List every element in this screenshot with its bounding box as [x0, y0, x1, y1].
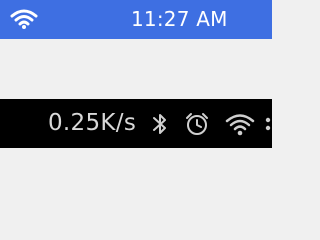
status-bar-top: 11:27 AM	[0, 0, 272, 39]
wifi-icon	[225, 114, 255, 136]
overflow-icon	[265, 117, 271, 131]
clock-time: 11:27 AM	[131, 7, 228, 31]
alarm-icon	[186, 113, 208, 135]
status-bar-bottom: 0.25K/s	[0, 99, 272, 148]
network-speed: 0.25K/s	[48, 110, 137, 136]
wifi-icon	[10, 9, 38, 29]
bluetooth-icon	[153, 114, 166, 134]
